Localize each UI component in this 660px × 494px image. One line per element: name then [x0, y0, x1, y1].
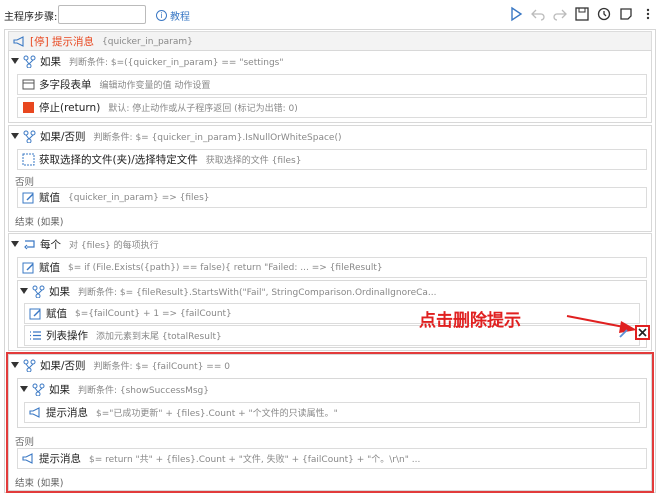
- branch-icon: [23, 55, 36, 68]
- run-icon[interactable]: [508, 6, 524, 22]
- step-desc: 判断条件: $= {fileResult}.StartsWith("Fail",…: [78, 287, 437, 298]
- stop-icon: [22, 101, 35, 114]
- step-title: 每个: [40, 238, 61, 251]
- step-title: [停] 提示消息: [30, 36, 95, 48]
- annotation-arrow: [566, 315, 637, 333]
- undo-icon[interactable]: [530, 6, 546, 22]
- note-icon[interactable]: [618, 6, 634, 22]
- edit-icon: [29, 307, 42, 320]
- step-desc: 添加元素到末尾 {totalResult}: [96, 332, 222, 342]
- step-header[interactable]: 如果/否则 判断条件: $= {quicker_in_param}.IsNull…: [9, 126, 649, 146]
- main-steps-label: 主程序步骤:: [4, 12, 58, 23]
- step-get-selected-files[interactable]: 获取选择的文件(夹)/选择特定文件 获取选择的文件 {files}: [17, 149, 647, 170]
- megaphone-icon: [13, 35, 26, 48]
- step-foreach-files[interactable]: 每个 对 {files} 的每项执行 赋值 $= if (File.Exists…: [8, 233, 652, 351]
- step-desc: {quicker_in_param}: [102, 36, 193, 47]
- info-icon: i: [156, 10, 167, 21]
- step-assign-file-result[interactable]: 赋值 $= if (File.Exists({path}) == false){…: [17, 257, 647, 278]
- step-desc: $= if (File.Exists({path}) == false){ re…: [68, 262, 383, 273]
- step-editor: [停] 提示消息 {quicker_in_param} 如果 判断条件: $=(…: [4, 29, 656, 493]
- step-header[interactable]: 如果 判断条件: $=({quicker_in_param} == "setti…: [9, 51, 649, 71]
- step-list-operation[interactable]: 列表操作 添加元素到末尾 {totalResult}: [24, 325, 640, 346]
- step-header[interactable]: 每个 对 {files} 的每项执行: [9, 234, 649, 254]
- step-title: 赋值: [39, 192, 60, 204]
- step-desc: 判断条件: $=({quicker_in_param} == "settings…: [69, 57, 284, 68]
- step-if-fail[interactable]: 如果 判断条件: $= {fileResult}.StartsWith("Fai…: [17, 280, 647, 348]
- step-title: 多字段表单: [39, 79, 92, 91]
- form-icon: [22, 78, 35, 91]
- step-title: 如果: [49, 285, 70, 298]
- step-title: 获取选择的文件(夹)/选择特定文件: [39, 154, 198, 166]
- redo-icon[interactable]: [552, 6, 568, 22]
- step-title: 列表操作: [46, 330, 88, 342]
- delete-hint-annotation: 点击删除提示: [419, 311, 521, 331]
- toolbar: 主程序步骤: i 教程: [0, 0, 660, 30]
- collapse-icon[interactable]: [11, 133, 19, 139]
- step-multi-field-form[interactable]: 多字段表单 编辑动作变量的值 动作设置: [17, 74, 647, 95]
- end-if-label: 结束 (如果): [15, 217, 64, 228]
- step-stop-return[interactable]: 停止(return) 默认: 停止动作或从子程序返回 (标记为出错: 0): [17, 97, 647, 118]
- collapse-icon[interactable]: [11, 241, 19, 247]
- step-title: 如果: [40, 55, 61, 68]
- else-label: 否则: [15, 177, 35, 188]
- step-desc: 对 {files} 的每项执行: [69, 240, 159, 251]
- collapse-icon[interactable]: [20, 288, 28, 294]
- step-desc: {quicker_in_param} => {files}: [68, 192, 210, 203]
- step-desc: $={failCount} + 1 => {failCount}: [75, 308, 232, 319]
- delete-step-button[interactable]: [635, 325, 650, 340]
- step-title: 如果/否则: [40, 130, 86, 143]
- highlight-box: [6, 352, 654, 493]
- tutorial-link[interactable]: i 教程: [156, 8, 190, 23]
- step-desc: 编辑动作变量的值 动作设置: [99, 81, 211, 91]
- save-icon[interactable]: [574, 6, 590, 22]
- step-desc: 判断条件: $= {quicker_in_param}.IsNullOrWhit…: [93, 132, 342, 143]
- file-select-icon: [22, 153, 35, 166]
- history-icon[interactable]: [596, 6, 612, 22]
- step-assign-fail-count[interactable]: 赋值 $={failCount} + 1 => {failCount}: [24, 303, 640, 324]
- branch-icon: [32, 285, 45, 298]
- step-desc: 获取选择的文件 {files}: [205, 156, 302, 166]
- list-icon: [29, 329, 42, 342]
- collapse-icon[interactable]: [11, 58, 19, 64]
- step-notify-disabled[interactable]: [停] 提示消息 {quicker_in_param}: [8, 31, 652, 52]
- loop-icon: [23, 238, 36, 251]
- step-header[interactable]: 如果 判断条件: $= {fileResult}.StartsWith("Fai…: [18, 281, 644, 301]
- branch-icon: [23, 130, 36, 143]
- edit-icon: [22, 261, 35, 274]
- more-icon[interactable]: [640, 6, 656, 22]
- step-if-else-files[interactable]: 如果/否则 判断条件: $= {quicker_in_param}.IsNull…: [8, 125, 652, 232]
- step-desc: 默认: 停止动作或从子程序返回 (标记为出错: 0): [108, 104, 298, 114]
- edit-step-icon[interactable]: [618, 327, 630, 339]
- search-input[interactable]: [58, 5, 146, 24]
- step-title: 赋值: [46, 308, 67, 320]
- step-if-settings[interactable]: 如果 判断条件: $=({quicker_in_param} == "setti…: [8, 50, 652, 123]
- tutorial-label: 教程: [170, 12, 190, 23]
- step-assign-files[interactable]: 赋值 {quicker_in_param} => {files}: [17, 187, 647, 208]
- step-title: 停止(return): [39, 102, 101, 114]
- step-title: 赋值: [39, 262, 60, 274]
- toolbar-actions: [508, 6, 656, 22]
- edit-icon: [22, 191, 35, 204]
